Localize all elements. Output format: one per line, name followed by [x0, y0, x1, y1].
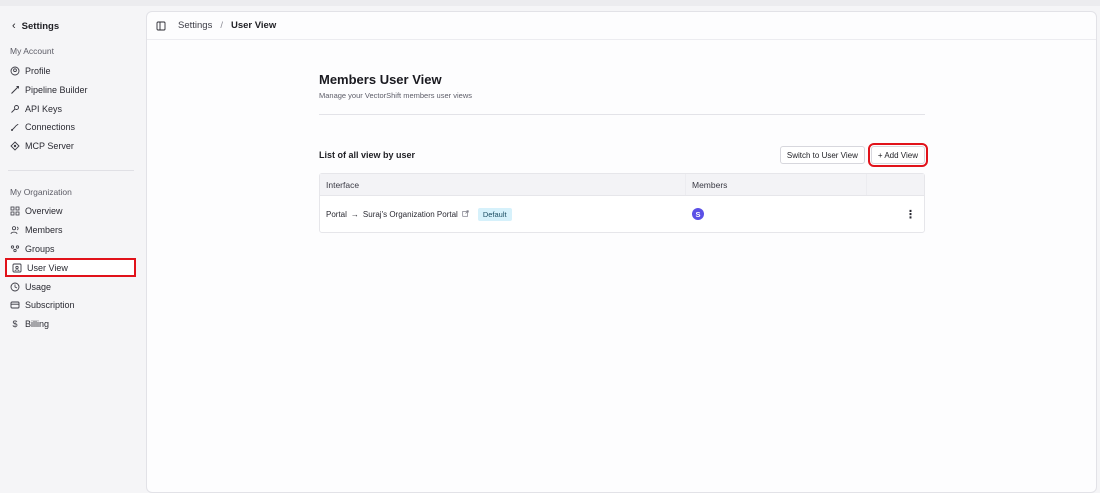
back-to-settings[interactable]: ‹ Settings [12, 20, 59, 32]
default-badge: Default [477, 207, 512, 221]
sidebar-item-mcp-server[interactable]: MCP Server [10, 138, 74, 154]
sidebar-item-label: Overview [25, 206, 63, 216]
user-view-content: Members User View Manage your VectorShif… [319, 72, 929, 233]
pipeline-icon [10, 85, 20, 95]
breadcrumb-separator: / [220, 20, 223, 31]
sidebar-item-label: Usage [25, 282, 52, 292]
sidebar-item-label: MCP Server [25, 141, 74, 151]
sidebar-item-members[interactable]: Members [10, 222, 63, 238]
breadcrumb: Settings / User View [147, 12, 1096, 40]
my-account-heading: My Account [10, 46, 54, 56]
action-buttons: Switch to User View + Add View [779, 143, 929, 167]
sidebar-item-label: Groups [25, 244, 55, 254]
list-title: List of all view by user [319, 150, 416, 160]
sidebar-item-overview[interactable]: Overview [10, 203, 63, 219]
sidebar-item-user-view[interactable]: User View [5, 258, 136, 277]
sidebar-item-connections[interactable]: Connections [10, 119, 75, 135]
chevron-left-icon: ‹ [12, 20, 16, 32]
breadcrumb-parent[interactable]: Settings [178, 20, 212, 31]
grid-icon [10, 206, 20, 216]
sidebar-item-label: Pipeline Builder [25, 85, 88, 95]
members-icon [10, 225, 20, 235]
switch-to-user-view-button[interactable]: Switch to User View [779, 146, 865, 164]
members-cell: S [686, 196, 867, 232]
user-views-table: Interface Members Portal → Suraj's Organ… [319, 173, 925, 233]
actions-cell: ⋮ [867, 196, 924, 232]
groups-icon [10, 244, 20, 254]
sidebar-item-label: API Keys [25, 104, 63, 114]
page-title: Members User View [319, 72, 442, 87]
avatar[interactable]: S [692, 208, 704, 220]
usage-icon [10, 282, 20, 292]
sidebar-item-api-keys[interactable]: API Keys [10, 101, 62, 117]
breadcrumb-current: User View [230, 20, 277, 31]
column-header-interface: Interface [320, 174, 686, 195]
column-header-members: Members [686, 174, 867, 195]
dollar-icon: $ [12, 319, 18, 329]
more-options-icon[interactable]: ⋮ [905, 208, 916, 221]
sidebar-item-label: Profile [25, 66, 51, 76]
sidebar-item-label: User View [27, 262, 68, 273]
column-header-actions [867, 174, 924, 195]
sidebar-divider [8, 170, 134, 171]
mcp-icon [10, 141, 20, 151]
interface-target[interactable]: Suraj's Organization Portal [363, 210, 458, 219]
table-header: Interface Members [320, 174, 924, 196]
sidebar-item-groups[interactable]: Groups [10, 241, 55, 257]
add-view-button[interactable]: + Add View [867, 143, 929, 167]
external-link-icon[interactable] [462, 209, 469, 219]
settings-sidebar: ‹ Settings My Account Profile Pipeline B… [0, 6, 140, 490]
table-row[interactable]: Portal → Suraj's Organization Portal Def… [320, 196, 924, 232]
header-divider [319, 114, 925, 115]
list-header: List of all view by user Switch to User … [319, 143, 929, 167]
main-panel: Settings / User View Members User View M… [146, 11, 1097, 493]
sidebar-item-label: Members [25, 225, 63, 235]
sidebar-item-pipeline-builder[interactable]: Pipeline Builder [10, 82, 88, 98]
sidebar-item-billing[interactable]: $ Billing [10, 316, 49, 332]
user-view-icon [12, 263, 22, 273]
my-organization-heading: My Organization [10, 187, 72, 197]
sidebar-item-subscription[interactable]: Subscription [10, 297, 75, 313]
profile-icon [10, 66, 20, 76]
connections-icon [10, 122, 20, 132]
sidebar-item-label: Subscription [25, 300, 75, 310]
page-subtitle: Manage your VectorShift members user vie… [319, 91, 472, 100]
arrow-right-icon: → [350, 209, 359, 219]
back-label: Settings [21, 20, 60, 32]
key-icon [10, 104, 20, 114]
card-icon [10, 300, 20, 310]
sidebar-item-usage[interactable]: Usage [10, 279, 51, 295]
sidebar-item-label: Billing [25, 319, 50, 329]
interface-source: Portal [326, 209, 347, 219]
sidebar-item-label: Connections [25, 122, 76, 132]
sidebar-toggle-icon[interactable] [156, 21, 166, 31]
sidebar-item-profile[interactable]: Profile [10, 63, 51, 79]
top-strip [0, 0, 1100, 6]
interface-cell: Portal → Suraj's Organization Portal Def… [320, 196, 686, 232]
